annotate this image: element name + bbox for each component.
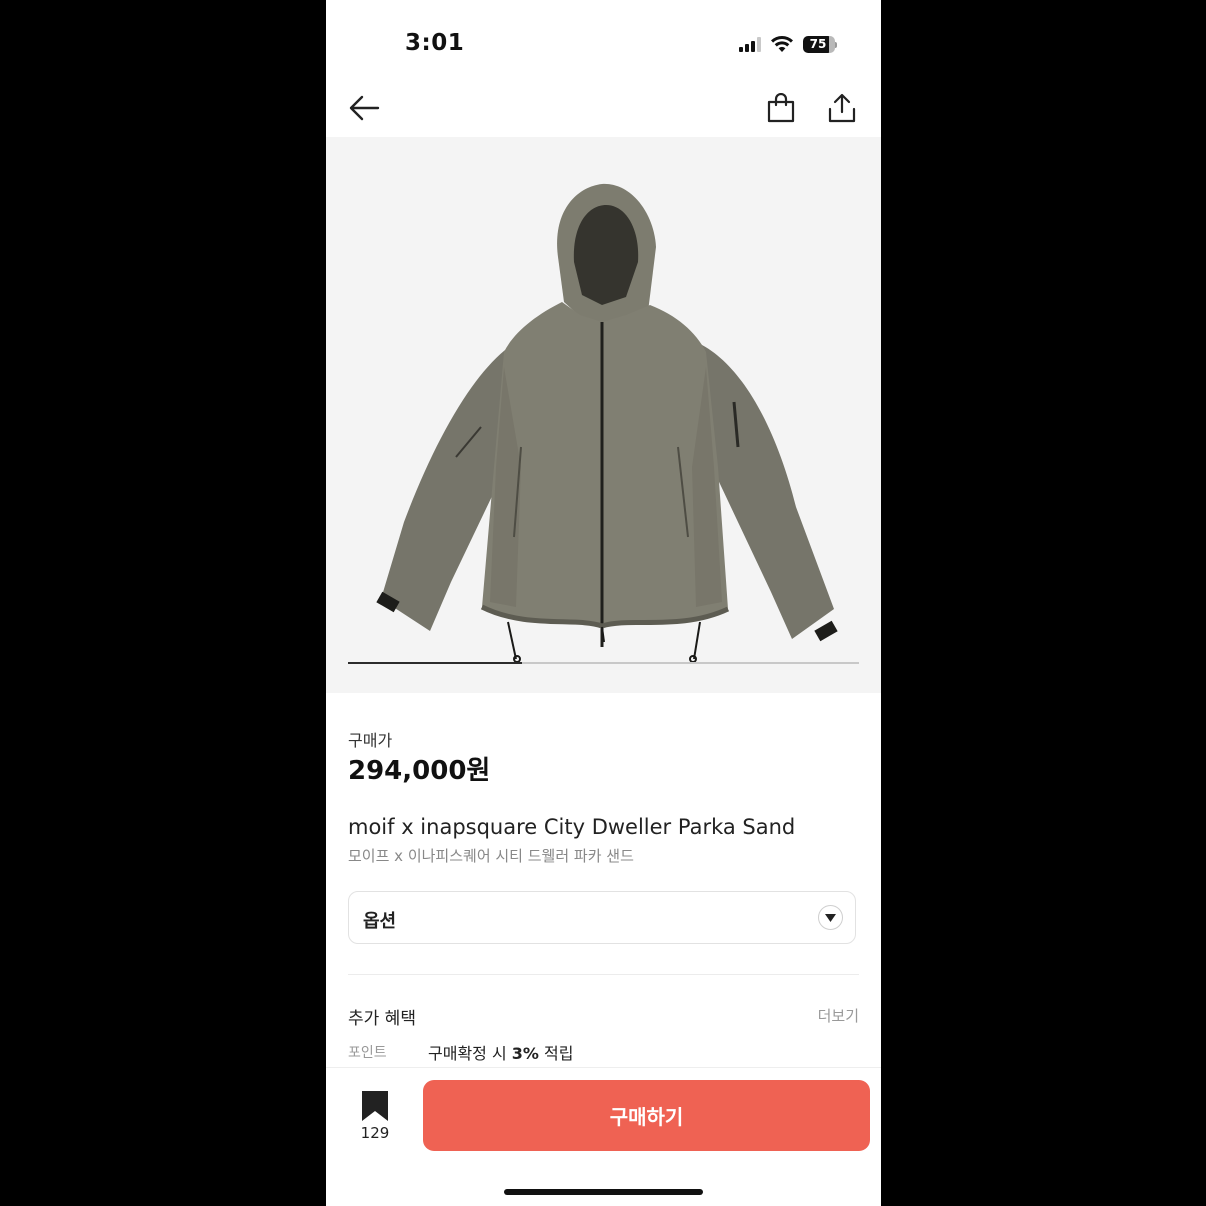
point-prefix: 구매확정 시	[428, 1044, 512, 1063]
image-progress-bar	[348, 662, 859, 664]
back-arrow-icon	[349, 95, 380, 121]
product-price: 294,000원	[348, 756, 491, 786]
point-suffix: 적립	[538, 1044, 574, 1063]
chevron-down-icon	[818, 905, 843, 930]
bookmark-count: 129	[360, 1124, 390, 1142]
section-divider	[348, 974, 859, 975]
back-button[interactable]	[346, 90, 382, 126]
option-select[interactable]: 옵션	[348, 891, 856, 944]
point-label: 포인트	[348, 1045, 387, 1061]
product-name-en: moif x inapsquare City Dweller Parka San…	[348, 815, 796, 839]
phone-screen: 3:01 75 구매가 294,000원 moif x inapsquare C…	[326, 0, 881, 1206]
cart-button[interactable]	[763, 90, 799, 126]
point-rate: 3%	[511, 1044, 539, 1063]
share-button[interactable]	[824, 90, 860, 126]
product-image-gallery[interactable]	[326, 137, 881, 693]
status-icons: 75	[739, 33, 837, 55]
bookmark-icon	[362, 1091, 388, 1121]
share-icon	[828, 93, 856, 123]
benefits-more-link[interactable]: 더보기	[818, 1005, 859, 1026]
image-progress-fill	[348, 662, 522, 664]
wifi-icon	[771, 35, 793, 52]
shopping-bag-icon	[767, 93, 795, 123]
home-indicator	[504, 1189, 703, 1195]
bottom-action-bar: 129 구매하기	[326, 1067, 881, 1206]
battery-icon: 75	[803, 35, 837, 53]
product-image-parka	[376, 183, 838, 663]
point-text: 구매확정 시 3% 적립	[428, 1040, 573, 1064]
benefits-title: 추가 혜택	[348, 1009, 416, 1029]
buy-button[interactable]: 구매하기	[423, 1080, 870, 1151]
battery-level: 75	[809, 36, 827, 51]
top-navigation	[326, 80, 881, 136]
option-label: 옵션	[363, 911, 397, 932]
cellular-signal-icon	[739, 36, 761, 52]
product-name-ko: 모이프 x 이나피스퀘어 시티 드웰러 파카 샌드	[348, 847, 634, 865]
price-label: 구매가	[348, 731, 393, 750]
status-time: 3:01	[405, 30, 465, 56]
bookmark-button[interactable]: 129	[350, 1088, 400, 1144]
